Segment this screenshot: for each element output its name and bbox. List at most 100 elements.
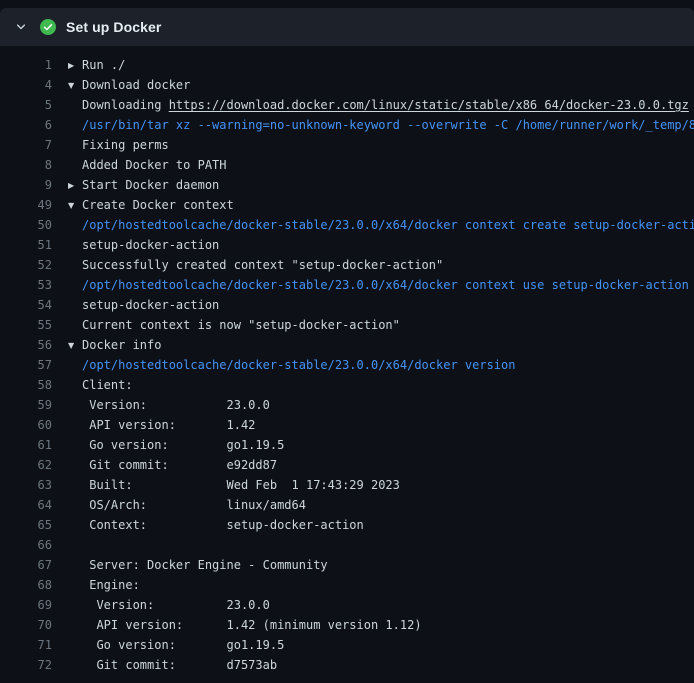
line-text: /opt/hostedtoolcache/docker-stable/23.0.… <box>68 215 694 235</box>
line-text: Context: setup-docker-action <box>68 515 364 535</box>
line-number[interactable]: 51 <box>0 235 52 255</box>
step-title: Set up Docker <box>66 19 161 35</box>
log-row: 6/usr/bin/tar xz --warning=no-unknown-ke… <box>0 115 694 135</box>
line-text: /usr/bin/tar xz --warning=no-unknown-key… <box>68 115 694 135</box>
log-group-row[interactable]: 56 ▼Docker info <box>0 335 694 355</box>
line-number[interactable]: 8 <box>0 155 52 175</box>
line-number[interactable]: 58 <box>0 375 52 395</box>
line-text: Go version: go1.19.5 <box>68 635 284 655</box>
log-row: 72 Git commit: d7573ab <box>0 655 694 675</box>
line-text: Server: Docker Engine - Community <box>68 555 328 575</box>
line-number[interactable]: 9 <box>0 175 52 195</box>
log-row: 7Fixing perms <box>0 135 694 155</box>
line-number[interactable]: 4 <box>0 75 52 95</box>
line-text: ▼Docker info <box>68 335 161 356</box>
line-text: ▼Download docker <box>68 75 190 96</box>
line-number[interactable]: 66 <box>0 535 52 555</box>
line-text: setup-docker-action <box>68 235 219 255</box>
line-text: API version: 1.42 (minimum version 1.12) <box>68 615 422 635</box>
link-prefix-text: Downloading <box>82 98 169 112</box>
line-number[interactable]: 59 <box>0 395 52 415</box>
line-text: Git commit: e92dd87 <box>68 455 277 475</box>
group-title: Create Docker context <box>82 198 234 212</box>
chevron-right-icon: ▶ <box>68 176 82 196</box>
log-row: 51 setup-docker-action <box>0 235 694 255</box>
log-row: 59 Version: 23.0.0 <box>0 395 694 415</box>
line-number[interactable]: 56 <box>0 335 52 355</box>
line-number[interactable]: 60 <box>0 415 52 435</box>
line-text: ▼Create Docker context <box>68 195 234 216</box>
line-text: Git commit: d7573ab <box>68 655 277 675</box>
line-number[interactable]: 53 <box>0 275 52 295</box>
line-number[interactable]: 1 <box>0 55 52 75</box>
line-text: Go version: go1.19.5 <box>68 435 284 455</box>
line-number[interactable]: 5 <box>0 95 52 115</box>
group-title: Docker info <box>82 338 161 352</box>
log-row: 63 Built: Wed Feb 1 17:43:29 2023 <box>0 475 694 495</box>
log-row: 52 Successfully created context "setup-do… <box>0 255 694 275</box>
log-row: 64 OS/Arch: linux/amd64 <box>0 495 694 515</box>
chevron-down-icon: ▼ <box>68 76 82 96</box>
log-row: 60 API version: 1.42 <box>0 415 694 435</box>
log-group-row[interactable]: 1 ▶Run ./ <box>0 55 694 75</box>
group-title: Download docker <box>82 78 190 92</box>
line-number[interactable]: 72 <box>0 655 52 675</box>
line-number[interactable]: 70 <box>0 615 52 635</box>
line-number[interactable]: 71 <box>0 635 52 655</box>
line-text: setup-docker-action <box>68 295 219 315</box>
line-text: /opt/hostedtoolcache/docker-stable/23.0.… <box>68 355 515 375</box>
actions-log-panel: Set up Docker 1▶Run ./4▼Download docker5… <box>0 0 694 683</box>
log-group-row[interactable]: 4 ▼Download docker <box>0 75 694 95</box>
log-row: 61 Go version: go1.19.5 <box>0 435 694 455</box>
line-number[interactable]: 57 <box>0 355 52 375</box>
line-text: Version: 23.0.0 <box>68 395 270 415</box>
line-text: Added Docker to PATH <box>68 155 227 175</box>
line-text: Current context is now "setup-docker-act… <box>68 315 400 335</box>
log-url-link[interactable]: https://download.docker.com/linux/static… <box>169 98 689 112</box>
line-number[interactable]: 6 <box>0 115 52 135</box>
log-row: 55 Current context is now "setup-docker-a… <box>0 315 694 335</box>
line-text: Downloading https://download.docker.com/… <box>68 95 689 115</box>
line-number[interactable]: 68 <box>0 575 52 595</box>
line-text: Successfully created context "setup-dock… <box>68 255 443 275</box>
chevron-down-icon: ▼ <box>68 196 82 216</box>
line-number[interactable]: 67 <box>0 555 52 575</box>
line-number[interactable]: 55 <box>0 315 52 335</box>
line-text: ▶Run ./ <box>68 55 125 76</box>
log-group-row[interactable]: 49 ▼Create Docker context <box>0 195 694 215</box>
success-check-icon <box>40 19 56 35</box>
line-text: Built: Wed Feb 1 17:43:29 2023 <box>68 475 400 495</box>
log-row: 57/opt/hostedtoolcache/docker-stable/23.… <box>0 355 694 375</box>
log-row: 5 Downloading https://download.docker.com… <box>0 95 694 115</box>
line-text: Engine: <box>68 575 140 595</box>
log-row: 58 Client: <box>0 375 694 395</box>
line-number[interactable]: 69 <box>0 595 52 615</box>
group-title: Start Docker daemon <box>82 178 219 192</box>
log-row: 54 setup-docker-action <box>0 295 694 315</box>
line-text: ▶Start Docker daemon <box>68 175 219 196</box>
line-number[interactable]: 64 <box>0 495 52 515</box>
line-number[interactable]: 63 <box>0 475 52 495</box>
line-number[interactable]: 50 <box>0 215 52 235</box>
line-number[interactable]: 54 <box>0 295 52 315</box>
log-row: 71 Go version: go1.19.5 <box>0 635 694 655</box>
line-number[interactable]: 49 <box>0 195 52 215</box>
line-number[interactable]: 52 <box>0 255 52 275</box>
line-text: OS/Arch: linux/amd64 <box>68 495 306 515</box>
log-row: 50/opt/hostedtoolcache/docker-stable/23.… <box>0 215 694 235</box>
line-text: Version: 23.0.0 <box>68 595 270 615</box>
step-header[interactable]: Set up Docker <box>0 8 694 46</box>
line-number[interactable]: 61 <box>0 435 52 455</box>
log-group-row[interactable]: 9 ▶Start Docker daemon <box>0 175 694 195</box>
log-row: 69 Version: 23.0.0 <box>0 595 694 615</box>
line-number[interactable]: 62 <box>0 455 52 475</box>
log-row: 65 Context: setup-docker-action <box>0 515 694 535</box>
log-row: 70 API version: 1.42 (minimum version 1.… <box>0 615 694 635</box>
line-text: Client: <box>68 375 133 395</box>
line-number[interactable]: 65 <box>0 515 52 535</box>
line-text: API version: 1.42 <box>68 415 255 435</box>
line-text: /opt/hostedtoolcache/docker-stable/23.0.… <box>68 275 689 295</box>
line-number[interactable]: 7 <box>0 135 52 155</box>
group-title: Run ./ <box>82 58 125 72</box>
log-row: 53/opt/hostedtoolcache/docker-stable/23.… <box>0 275 694 295</box>
